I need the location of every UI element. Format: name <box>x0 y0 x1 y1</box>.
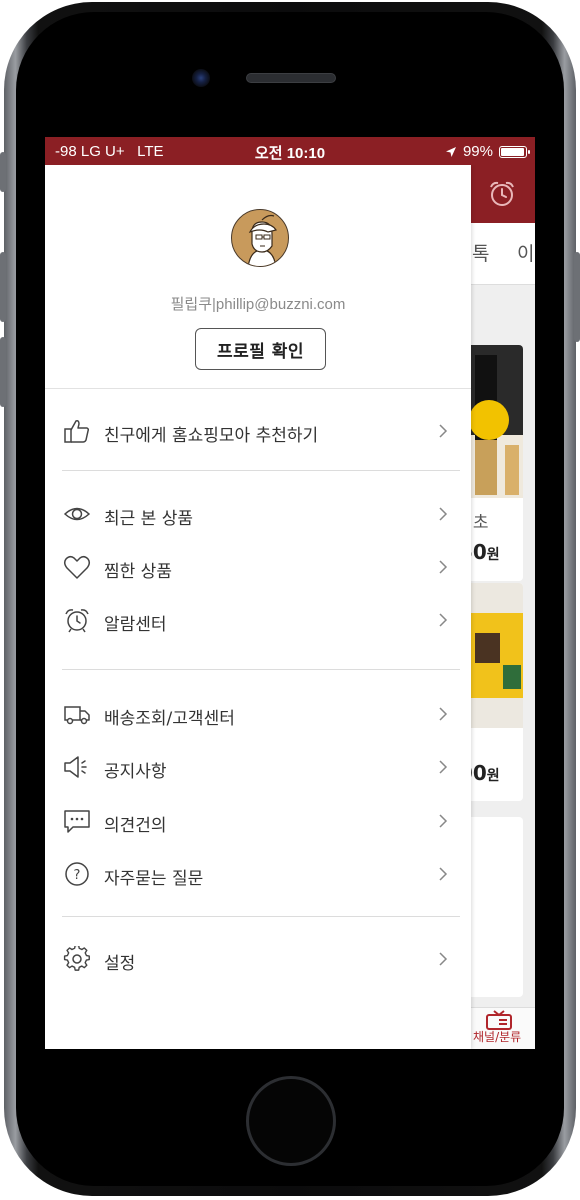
avatar-illustration <box>247 214 277 266</box>
chevron-right-icon <box>439 507 448 521</box>
menu-item-feedback[interactable]: 의견건의 <box>45 797 471 845</box>
chevron-right-icon <box>439 814 448 828</box>
menu-item-faq[interactable]: ? 자주묻는 질문 <box>45 850 471 898</box>
truck-icon <box>64 706 90 725</box>
home-button[interactable] <box>246 1076 336 1166</box>
alarm-clock-icon <box>65 609 89 633</box>
menu-label: 찜한 상품 <box>104 562 172 582</box>
menu-label: 최근 본 상품 <box>104 509 194 529</box>
chevron-right-icon <box>439 424 448 438</box>
chevron-right-icon <box>439 760 448 774</box>
chevron-right-icon <box>439 952 448 966</box>
menu-label: 자주묻는 질문 <box>104 869 204 889</box>
menu-label: 의견건의 <box>104 816 167 836</box>
chat-bubble-icon <box>64 810 90 833</box>
tab-partial[interactable]: 이 <box>517 239 534 266</box>
currency-label: 원 <box>486 768 500 784</box>
status-right-group: 99% <box>445 143 530 160</box>
menu-label: 설정 <box>104 954 136 974</box>
mute-switch <box>0 152 6 192</box>
currency-label: 원 <box>486 547 500 563</box>
menu-label: 친구에게 홈쇼핑모아 추천하기 <box>104 426 319 446</box>
side-drawer: 필립쿠|phillip@buzzni.com 프로필 확인 친구에게 홈쇼핑모아… <box>45 165 471 1049</box>
question-circle-icon: ? <box>65 862 89 886</box>
chevron-right-icon <box>439 560 448 574</box>
eye-icon <box>63 507 91 521</box>
status-bar: -98 LG U+ LTE 오전 10:10 99% <box>45 137 535 165</box>
volume-up-button <box>0 252 6 322</box>
menu-item-notices[interactable]: 공지사항 <box>45 743 471 791</box>
menu-item-alarm-center[interactable]: 알람센터 <box>45 596 471 644</box>
earpiece-speaker <box>246 73 336 83</box>
alarm-clock-icon[interactable] <box>487 179 517 209</box>
megaphone-icon <box>64 756 87 778</box>
menu-item-wishlist[interactable]: 찜한 상품 <box>45 543 471 591</box>
menu-label: 알람센터 <box>104 615 167 635</box>
menu-label: 공지사항 <box>104 762 167 782</box>
chevron-right-icon <box>439 867 448 881</box>
heart-icon <box>63 555 91 579</box>
menu-item-recommend[interactable]: 친구에게 홈쇼핑모아 추천하기 <box>45 407 471 455</box>
profile-check-button[interactable]: 프로필 확인 <box>195 328 326 370</box>
screen: -98 LG U+ LTE 오전 10:10 99% 톡 이 초 원 원 채널/… <box>45 137 535 1049</box>
menu-divider <box>62 470 460 471</box>
tab-partial[interactable]: 톡 <box>472 239 489 266</box>
profile-name-email: 필립쿠|phillip@buzzni.com <box>170 296 346 313</box>
menu-item-settings[interactable]: 설정 <box>45 935 471 983</box>
svg-text:?: ? <box>74 868 81 883</box>
menu-item-delivery-customer-center[interactable]: 배송조회/고객센터 <box>45 690 471 738</box>
location-arrow-icon <box>445 146 456 157</box>
front-camera <box>192 69 210 87</box>
menu-divider <box>62 669 460 670</box>
bottom-tab-channel-category[interactable]: 채널/분류 <box>473 1028 521 1045</box>
thumbs-up-icon <box>64 420 90 443</box>
menu-divider <box>62 916 460 917</box>
avatar[interactable] <box>231 209 289 267</box>
chevron-right-icon <box>439 613 448 627</box>
volume-down-button <box>0 337 6 407</box>
battery-level <box>501 147 524 156</box>
power-button <box>574 252 580 342</box>
battery-icon <box>499 145 530 158</box>
battery-percent: 99% <box>462 143 493 160</box>
gear-icon <box>63 946 90 971</box>
menu-item-recently-viewed[interactable]: 최근 본 상품 <box>45 490 471 538</box>
tv-icon[interactable] <box>485 1010 513 1030</box>
menu-label: 배송조회/고객센터 <box>104 709 235 729</box>
profile-section: 필립쿠|phillip@buzzni.com 프로필 확인 <box>45 165 471 389</box>
chevron-right-icon <box>439 707 448 721</box>
